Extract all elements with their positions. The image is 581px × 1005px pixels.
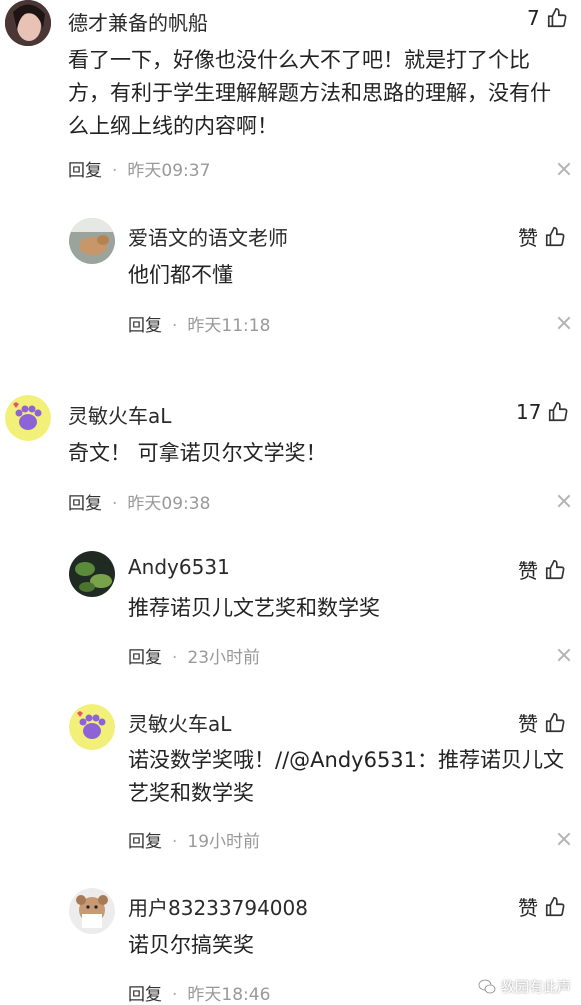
like-label: 赞 [518, 559, 538, 583]
like-label: 赞 [518, 896, 538, 920]
username[interactable]: Andy6531 [128, 555, 230, 579]
comment-meta: 回复 · 昨天09:38 [68, 494, 211, 514]
reply-button[interactable]: 回复 [68, 161, 102, 181]
like-button[interactable]: 赞 [518, 555, 566, 584]
reply-button[interactable]: 回复 [128, 316, 162, 336]
thumbs-up-icon [545, 712, 565, 732]
like-count: 7 [527, 6, 540, 30]
comment-text: 奇文！ 可拿诺贝尔文学奖！ [68, 441, 327, 465]
avatar[interactable] [69, 551, 115, 597]
comment-meta: 回复 · 昨天18:46 [128, 985, 271, 1005]
timestamp: 23小时前 [187, 648, 261, 668]
comment-meta: 回复 · 23小时前 [128, 648, 261, 668]
reply-button[interactable]: 回复 [128, 832, 162, 852]
like-label: 赞 [518, 226, 538, 250]
like-button[interactable]: 7 [527, 6, 568, 30]
like-button[interactable]: 赞 [518, 892, 566, 921]
like-label: 赞 [518, 712, 538, 736]
avatar[interactable] [5, 395, 51, 441]
comment-text: 推荐诺贝儿文艺奖和数学奖 [128, 596, 380, 620]
comment-meta: 回复 · 19小时前 [128, 832, 261, 852]
reply-button[interactable]: 回复 [128, 648, 162, 668]
thumbs-up-icon [547, 8, 567, 28]
username[interactable]: 灵敏火车aL [128, 708, 231, 737]
username[interactable]: 灵敏火车aL [68, 400, 171, 429]
avatar[interactable] [69, 888, 115, 934]
avatar[interactable] [69, 218, 115, 264]
avatar[interactable] [5, 0, 51, 46]
watermark: 教园有此声 [478, 977, 571, 997]
reply-button[interactable]: 回复 [68, 494, 102, 514]
username[interactable]: 用户83233794008 [128, 892, 308, 921]
like-count: 17 [516, 400, 542, 424]
wechat-icon [478, 979, 496, 994]
close-icon[interactable] [557, 494, 571, 508]
comment-meta: 回复 · 昨天09:37 [68, 161, 211, 181]
timestamp: 昨天11:18 [187, 316, 271, 336]
like-button[interactable]: 17 [516, 400, 569, 424]
close-icon[interactable] [557, 648, 571, 662]
timestamp: 昨天09:37 [127, 161, 211, 181]
like-button[interactable]: 赞 [518, 222, 566, 251]
timestamp: 19小时前 [187, 832, 261, 852]
close-icon[interactable] [557, 162, 571, 176]
thumbs-up-icon [549, 402, 568, 422]
close-icon[interactable] [557, 832, 571, 846]
timestamp: 昨天09:38 [127, 494, 211, 514]
username[interactable]: 德才兼备的帆船 [68, 7, 208, 36]
comment-text: 看了一下，好像也没什么大不了吧！就是打了个比方，有利于学生理解解题方法和思路的理… [68, 48, 551, 138]
thumbs-up-icon [545, 559, 565, 579]
thumbs-up-icon [545, 896, 565, 916]
close-icon[interactable] [557, 316, 571, 330]
timestamp: 昨天18:46 [187, 985, 271, 1005]
comment-meta: 回复 · 昨天11:18 [128, 316, 271, 336]
comment-text: 他们都不懂 [128, 263, 233, 287]
username[interactable]: 爱语文的语文老师 [128, 222, 288, 251]
comment-text: 诺贝尔搞笑奖 [128, 933, 254, 957]
avatar[interactable] [69, 704, 115, 750]
reply-button[interactable]: 回复 [128, 985, 162, 1005]
watermark-text: 教园有此声 [501, 980, 571, 996]
thumbs-up-icon [545, 226, 565, 246]
comment-text: 诺没数学奖哦！//@Andy6531：推荐诺贝儿文艺奖和数学奖 [128, 748, 565, 805]
like-button[interactable]: 赞 [518, 708, 566, 737]
